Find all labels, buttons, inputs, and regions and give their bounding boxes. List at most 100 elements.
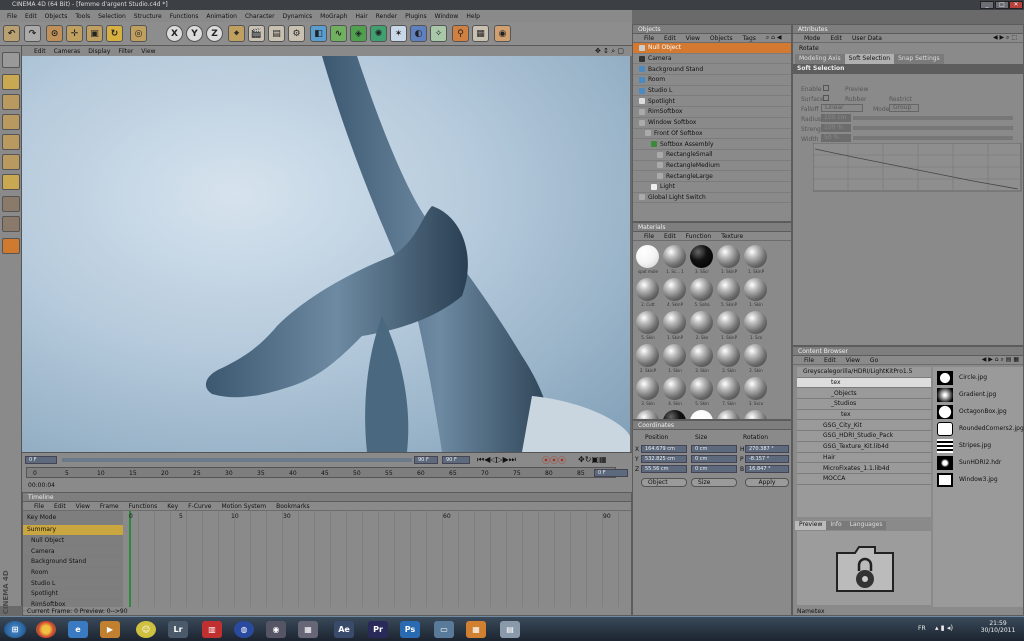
attr-enable-checkbox[interactable] — [823, 85, 829, 91]
app-grid-icon[interactable]: ▦ — [466, 621, 486, 638]
redo-icon[interactable]: ↷ — [24, 25, 41, 42]
menu-mograph[interactable]: MoGraph — [316, 13, 351, 20]
use-edges-icon[interactable] — [2, 134, 20, 150]
record-keys-icon[interactable]: ⦿⦿⦿ — [542, 455, 566, 466]
coord-x-size[interactable]: 0 cm — [691, 445, 737, 453]
material-ball-20[interactable] — [636, 377, 659, 400]
material-ball-22[interactable] — [690, 377, 713, 400]
monitor-icon[interactable]: ▭ — [434, 621, 454, 638]
material-ball-8[interactable] — [717, 278, 740, 301]
mat-menu-function[interactable]: Function — [681, 233, 717, 240]
menu-help[interactable]: Help — [462, 13, 484, 20]
cinema4d-icon[interactable]: ◉ — [266, 621, 286, 638]
mat-menu-edit[interactable]: Edit — [659, 233, 681, 240]
menu-animation[interactable]: Animation — [202, 13, 241, 20]
lightroom-icon[interactable]: Lr — [168, 621, 188, 638]
cb-file-gradient[interactable]: Gradient.jpg — [959, 391, 996, 398]
material-ball-12[interactable] — [690, 311, 713, 334]
obj-menu-objects[interactable]: Objects — [705, 35, 738, 42]
material-ball-19[interactable] — [744, 344, 767, 367]
globe-icon[interactable]: ◍ — [234, 621, 254, 638]
material-ball-9[interactable] — [744, 278, 767, 301]
attr-surface-checkbox[interactable] — [823, 95, 829, 101]
end-frame-field[interactable]: 90 F — [442, 456, 470, 464]
after-effects-icon[interactable]: Ae — [334, 621, 354, 638]
scale-icon[interactable]: ▣ — [86, 25, 103, 42]
tl-row-null[interactable]: Null Object — [23, 536, 123, 547]
coord-h-rotation[interactable]: 270.387 ° — [745, 445, 789, 453]
tl-row-background[interactable]: Background Stand — [23, 557, 123, 568]
viewport-menu-edit[interactable]: Edit — [30, 48, 50, 55]
tl-menu-file[interactable]: File — [29, 503, 49, 510]
workplane-icon[interactable] — [2, 238, 20, 254]
obj-front-softbox[interactable]: Front Of Softbox — [633, 129, 791, 140]
chrome-icon[interactable] — [36, 621, 56, 638]
material-ball-24[interactable] — [744, 377, 767, 400]
attr-falloff-dropdown[interactable]: Linear — [821, 104, 863, 112]
library-icon[interactable]: ▥ — [202, 621, 222, 638]
obj-light[interactable]: Light — [633, 182, 791, 193]
minimize-button[interactable]: _ — [980, 1, 994, 9]
material-ball-16[interactable] — [663, 344, 686, 367]
tl-row-studio[interactable]: Studio L — [23, 578, 123, 590]
cb-tree-texture-kit[interactable]: GSG_Texture_Kit.lib4d — [797, 442, 931, 453]
recent-tool-icon[interactable]: ◎ — [130, 25, 147, 42]
cb-file-circle[interactable]: Circle.jpg — [959, 374, 987, 381]
messenger-icon[interactable]: ☺ — [136, 621, 156, 638]
attr-strength-field[interactable]: 100 % — [821, 124, 851, 132]
close-button[interactable]: ✕ — [1009, 1, 1023, 9]
tl-menu-motion-system[interactable]: Motion System — [217, 503, 272, 510]
menu-dynamics[interactable]: Dynamics — [279, 13, 317, 20]
obj-camera[interactable]: Camera — [633, 54, 791, 65]
playback-controls-icon[interactable]: ⏮◀◁▷▶⏭ — [477, 455, 516, 465]
cb-file-rounded[interactable]: RoundedCorners2.jpg — [959, 425, 1024, 432]
language-indicator[interactable]: FR — [918, 625, 926, 632]
cb-menu-view[interactable]: View — [841, 357, 865, 364]
coord-z-position[interactable]: 55.56 cm — [641, 465, 687, 473]
coord-x-position[interactable]: 164.679 cm — [641, 445, 687, 453]
app-icon[interactable]: ▦ — [298, 621, 318, 638]
menu-tools[interactable]: Tools — [71, 13, 94, 20]
tl-menu-fcurve[interactable]: F-Curve — [183, 503, 216, 510]
x-axis-button[interactable]: X — [166, 25, 183, 42]
viewport-menu-display[interactable]: Display — [84, 48, 114, 55]
cb-nav-icon[interactable]: ◀ ▶ ⌂ ⌕ ▤ ▦ — [977, 356, 1023, 364]
viewport-menu-cameras[interactable]: Cameras — [50, 48, 85, 55]
current-frame-field[interactable]: 0 F — [594, 469, 628, 477]
array-icon[interactable]: ✺ — [370, 25, 387, 42]
cb-tree-hdri-pack[interactable]: GSG_HDRI_Studio_Pack — [797, 431, 931, 442]
obj-background[interactable]: Background Stand — [633, 64, 791, 76]
cb-file-sunhdri[interactable]: SunHDRI2.hdr — [959, 459, 1001, 466]
obj-rect-medium[interactable]: RectangleMedium — [633, 161, 791, 172]
move-icon[interactable]: ✛ — [66, 25, 83, 42]
attr-mode-dropdown[interactable]: Group — [889, 104, 919, 112]
photoshop-icon[interactable]: Ps — [400, 621, 420, 638]
internet-explorer-icon[interactable]: e — [68, 621, 88, 638]
coord-size-dropdown[interactable]: Size — [691, 478, 737, 487]
material-ball-15[interactable] — [636, 344, 659, 367]
attr-width-slider[interactable] — [853, 136, 1013, 140]
obj-menu-file[interactable]: File — [639, 35, 659, 42]
rotate-icon[interactable]: ↻ — [106, 25, 123, 42]
cb-tab-languages[interactable]: Languages — [845, 521, 887, 530]
environment-icon[interactable]: ✧ — [430, 25, 447, 42]
menu-plugins[interactable]: Plugins — [401, 13, 431, 20]
tl-menu-frame[interactable]: Frame — [95, 503, 124, 510]
cb-menu-file[interactable]: File — [799, 357, 819, 364]
tl-menu-functions[interactable]: Functions — [124, 503, 163, 510]
tray-icons[interactable]: ▴ ▮ ◂) — [935, 624, 953, 632]
tl-row-room[interactable]: Room — [23, 568, 123, 579]
menu-hair[interactable]: Hair — [351, 13, 371, 20]
clock[interactable]: 21:59 30/10/2011 — [980, 620, 1016, 634]
material-ball-28[interactable] — [717, 410, 740, 419]
obj-window-softbox[interactable]: Window Softbox — [633, 118, 791, 129]
attr-menu-edit[interactable]: Edit — [825, 35, 847, 42]
use-model-icon[interactable] — [2, 52, 20, 68]
viewport-menu-view[interactable]: View — [137, 48, 159, 55]
scene-icon[interactable]: ◐ — [410, 25, 427, 42]
use-polygons-icon[interactable] — [2, 154, 20, 170]
material-ball-25[interactable] — [636, 410, 659, 419]
cb-file-window[interactable]: Window3.jpg — [959, 476, 998, 483]
cb-tree-mocca[interactable]: MOCCA — [797, 474, 931, 485]
obj-room[interactable]: Room — [633, 75, 791, 86]
